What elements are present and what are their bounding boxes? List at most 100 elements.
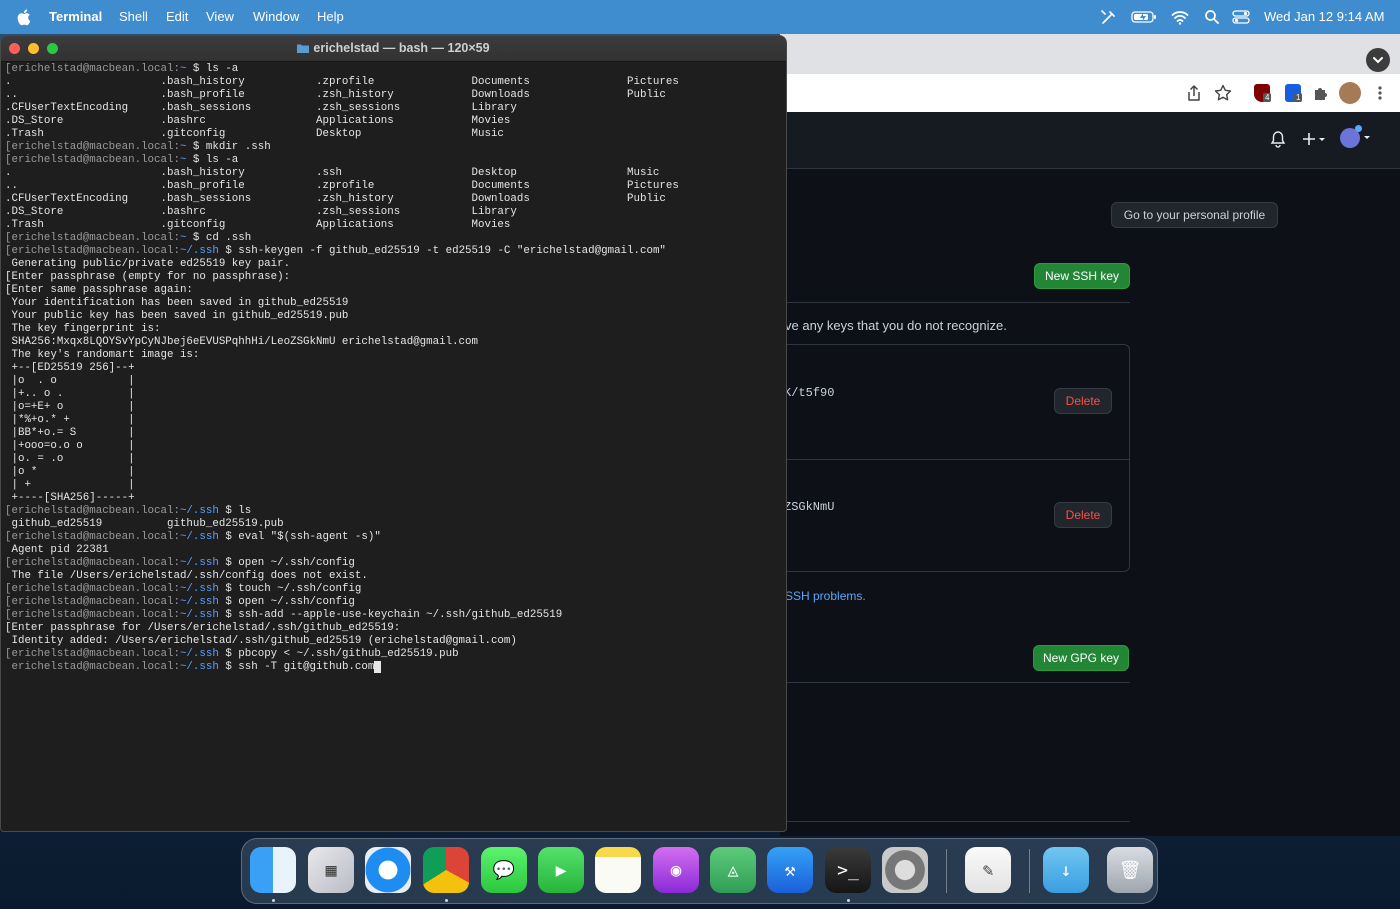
menu-clock[interactable]: Wed Jan 12 9:14 AM (1264, 9, 1384, 25)
ssh-key-row-2: ZSGkNmU Delete (778, 459, 1129, 571)
prompt-command: $ ls -a (186, 63, 239, 75)
dock-launchpad-icon[interactable]: ▦ (308, 847, 354, 893)
dock-trash-icon[interactable]: 🗑 (1107, 847, 1153, 893)
folder-icon (297, 44, 310, 53)
prompt-command: $ ssh-keygen -f github_ed25519 -t ed2551… (218, 245, 666, 257)
prompt-user-host: [erichelstad@macbean.local: (5, 596, 180, 608)
dock-system-preferences-icon[interactable] (882, 847, 928, 893)
dock-xcode-icon[interactable]: ⚒ (767, 847, 813, 893)
profile-avatar[interactable] (1339, 82, 1361, 104)
dock-podcasts-icon[interactable]: ◉ (653, 847, 699, 893)
dock-terminal-icon[interactable]: >_ (825, 847, 871, 893)
terminal-output-line: |BB*+o.= S | (5, 427, 135, 439)
menu-shell[interactable]: Shell (119, 9, 148, 25)
section-divider (780, 682, 1130, 683)
menu-app-name[interactable]: Terminal (49, 9, 102, 25)
section-divider (780, 821, 1130, 822)
terminal-prompt-line: erichelstad@macbean.local:~/.ssh $ ssh -… (5, 661, 679, 674)
new-gpg-key-button[interactable]: New GPG key (1033, 645, 1129, 671)
battery-icon[interactable] (1131, 8, 1157, 26)
stylus-icon[interactable] (1100, 8, 1118, 26)
github-header (780, 112, 1400, 169)
terminal-output-line: [Enter same passphrase again: (5, 284, 193, 296)
menu-view[interactable]: View (206, 9, 234, 25)
terminal-output-line: Your public key has been saved in github… (5, 310, 349, 322)
new-ssh-key-button[interactable]: New SSH key (1034, 263, 1130, 289)
prompt-command: $ eval "$(ssh-agent -s)" (218, 531, 381, 543)
spotlight-icon[interactable] (1204, 8, 1220, 26)
ssh-key-fingerprint: K/t5f90 (784, 386, 835, 400)
apple-logo-icon[interactable] (17, 8, 31, 26)
terminal-output-line: |o * | (5, 466, 135, 478)
control-center-icon[interactable] (1232, 8, 1250, 26)
menu-window[interactable]: Window (253, 9, 299, 25)
terminal-output-line: Generating public/private ed25519 key pa… (5, 258, 291, 270)
dock-textedit-icon[interactable]: ✎ (965, 847, 1011, 893)
prompt-user-host: erichelstad@macbean.local: (5, 661, 180, 673)
terminal-output[interactable]: [erichelstad@macbean.local:~ $ ls -a. .b… (5, 63, 679, 674)
delete-ssh-key-button[interactable]: Delete (1054, 502, 1112, 528)
prompt-user-host: [erichelstad@macbean.local: (5, 245, 180, 257)
terminal-prompt-line: [erichelstad@macbean.local:~/.ssh $ ssh-… (5, 609, 679, 622)
personal-profile-button[interactable]: Go to your personal profile (1111, 202, 1278, 228)
terminal-output-line: Your identification has been saved in gi… (5, 297, 349, 309)
terminal-window[interactable]: erichelstad — bash — 120×59 [erichelstad… (0, 35, 787, 832)
bookmark-star-icon[interactable] (1214, 84, 1232, 102)
browser-toolbar: 4 1 (780, 74, 1400, 113)
terminal-titlebar[interactable]: erichelstad — bash — 120×59 (1, 36, 786, 62)
prompt-directory: ~/.ssh (179, 609, 219, 621)
prompt-command: $ touch ~/.ssh/config (218, 583, 362, 595)
prompt-user-host: [erichelstad@macbean.local: (5, 63, 180, 75)
ssh-troubleshoot-link[interactable]: SSH problems. (785, 589, 866, 603)
bitwarden-badge: 1 (1294, 93, 1303, 102)
prompt-directory: ~/.ssh (179, 245, 219, 257)
terminal-output-line: .DS_Store .bashrc .zsh_sessions Library (5, 206, 517, 218)
terminal-output-line: .Trash .gitconfig Desktop Music (5, 128, 504, 140)
create-new-plus-icon[interactable] (1301, 130, 1327, 148)
terminal-output-line: .. .bash_profile .zsh_history Downloads … (5, 89, 666, 101)
dock-facetime-icon[interactable]: ▶ (538, 847, 584, 893)
ublock-badge: 4 (1263, 93, 1272, 102)
dock-messages-icon[interactable]: 💬 (481, 847, 527, 893)
prompt-directory: ~/.ssh (179, 505, 219, 517)
terminal-prompt-line: [erichelstad@macbean.local:~/.ssh $ open… (5, 557, 679, 570)
terminal-output-line: Agent pid 22381 (5, 544, 109, 556)
terminal-output-line: github_ed25519 github_ed25519.pub (5, 518, 284, 530)
terminal-output-line: The key's randomart image is: (5, 349, 200, 361)
prompt-user-host: [erichelstad@macbean.local: (5, 232, 180, 244)
prompt-user-host: [erichelstad@macbean.local: (5, 154, 180, 166)
terminal-output-line: .CFUserTextEncoding .bash_sessions .zsh_… (5, 193, 666, 205)
avatar-dropdown-icon[interactable] (1363, 134, 1371, 142)
prompt-command: $ pbcopy < ~/.ssh/github_ed25519.pub (218, 648, 459, 660)
ssh-key-row-1: K/t5f90 Delete (778, 345, 1129, 460)
extensions-puzzle-icon[interactable] (1312, 84, 1330, 102)
bitwarden-extension-icon[interactable]: 1 (1285, 84, 1303, 102)
terminal-output-line: |o . o | (5, 375, 135, 387)
terminal-output-line: Identity added: /Users/erichelstad/.ssh/… (5, 635, 517, 647)
menu-edit[interactable]: Edit (166, 9, 188, 25)
tab-list-button[interactable] (1366, 48, 1390, 72)
wifi-icon[interactable] (1171, 8, 1189, 26)
terminal-prompt-line: [erichelstad@macbean.local:~/.ssh $ pbco… (5, 648, 679, 661)
browser-menu-icon[interactable] (1374, 84, 1386, 102)
dock-safari-icon[interactable] (365, 847, 411, 893)
delete-ssh-key-button[interactable]: Delete (1054, 388, 1112, 414)
prompt-directory: ~/.ssh (179, 596, 219, 608)
terminal-output-line: |o=+E+ o | (5, 401, 135, 413)
prompt-user-host: [erichelstad@macbean.local: (5, 609, 180, 621)
dock-chrome-icon[interactable] (423, 847, 469, 893)
dock-keystone-icon[interactable]: ◬ (710, 847, 756, 893)
menu-help[interactable]: Help (317, 9, 344, 25)
dock-finder-icon[interactable] (250, 847, 296, 893)
terminal-prompt-line: [erichelstad@macbean.local:~/.ssh $ touc… (5, 583, 679, 596)
dock-notes-icon[interactable] (595, 847, 641, 893)
terminal-title: erichelstad — bash — 120×59 (1, 41, 786, 55)
ublock-extension-icon[interactable]: 4 (1254, 84, 1272, 102)
prompt-command: $ mkdir .ssh (186, 141, 271, 153)
dock-downloads-icon[interactable]: ↓ (1043, 847, 1089, 893)
prompt-user-host: [erichelstad@macbean.local: (5, 141, 180, 153)
terminal-output-line: .DS_Store .bashrc Applications Movies (5, 115, 511, 127)
notifications-bell-icon[interactable] (1270, 130, 1286, 148)
share-icon[interactable] (1185, 84, 1203, 102)
prompt-command: $ ssh -T git@github.com (218, 661, 375, 673)
